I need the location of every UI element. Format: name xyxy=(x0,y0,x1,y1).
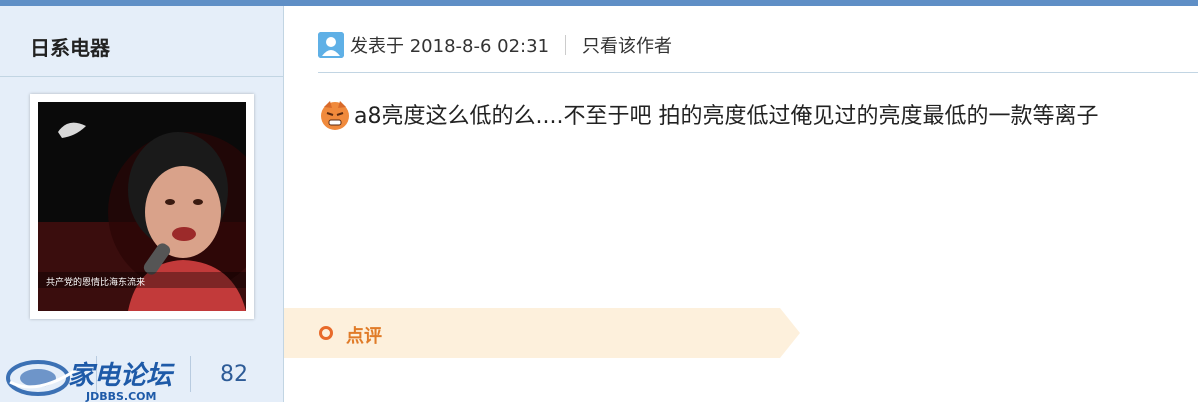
stat-value[interactable]: 82 xyxy=(220,362,248,387)
post-main: 发表于 2018-8-6 02:31 只看该作者 a8亮度这么低的么....不至… xyxy=(284,6,1198,402)
sidebar-divider xyxy=(0,76,283,77)
header-divider xyxy=(565,35,567,55)
svg-text:共产党的恩情比海东流来: 共产党的恩情比海东流来 xyxy=(46,276,145,288)
svg-text:JDBBS.COM: JDBBS.COM xyxy=(85,390,156,403)
post-header: 发表于 2018-8-6 02:31 只看该作者 xyxy=(318,28,672,62)
jdbbs-watermark-logo: 家电论坛 JDBBS.COM xyxy=(6,360,175,403)
author-sidebar: 日系电器 共产党的恩情比海东流来 82 家电论坛 JDBBS.COM xyxy=(0,6,284,403)
comment-button[interactable]: 点评 xyxy=(346,322,382,348)
post-text: a8亮度这么低的么....不至于吧 拍的亮度低过俺见过的亮度最低的一款等离子 xyxy=(354,104,1099,129)
only-author-link[interactable]: 只看该作者 xyxy=(582,32,672,58)
avatar[interactable]: 共产党的恩情比海东流来 xyxy=(38,102,246,311)
comment-circle-icon xyxy=(319,326,333,340)
post-content: a8亮度这么低的么....不至于吧 拍的亮度低过俺见过的亮度最低的一款等离子 xyxy=(318,94,1098,134)
avatar-frame[interactable]: 共产党的恩情比海东流来 xyxy=(30,94,254,319)
user-icon xyxy=(318,32,344,58)
svg-text:家电论坛: 家电论坛 xyxy=(68,361,175,391)
header-divider-line xyxy=(318,72,1198,73)
angry-face-emoji-icon xyxy=(321,101,349,130)
avatar-image: 共产党的恩情比海东流来 xyxy=(38,102,246,311)
author-name[interactable]: 日系电器 xyxy=(30,32,110,61)
post-timestamp: 发表于 2018-8-6 02:31 xyxy=(350,36,550,57)
